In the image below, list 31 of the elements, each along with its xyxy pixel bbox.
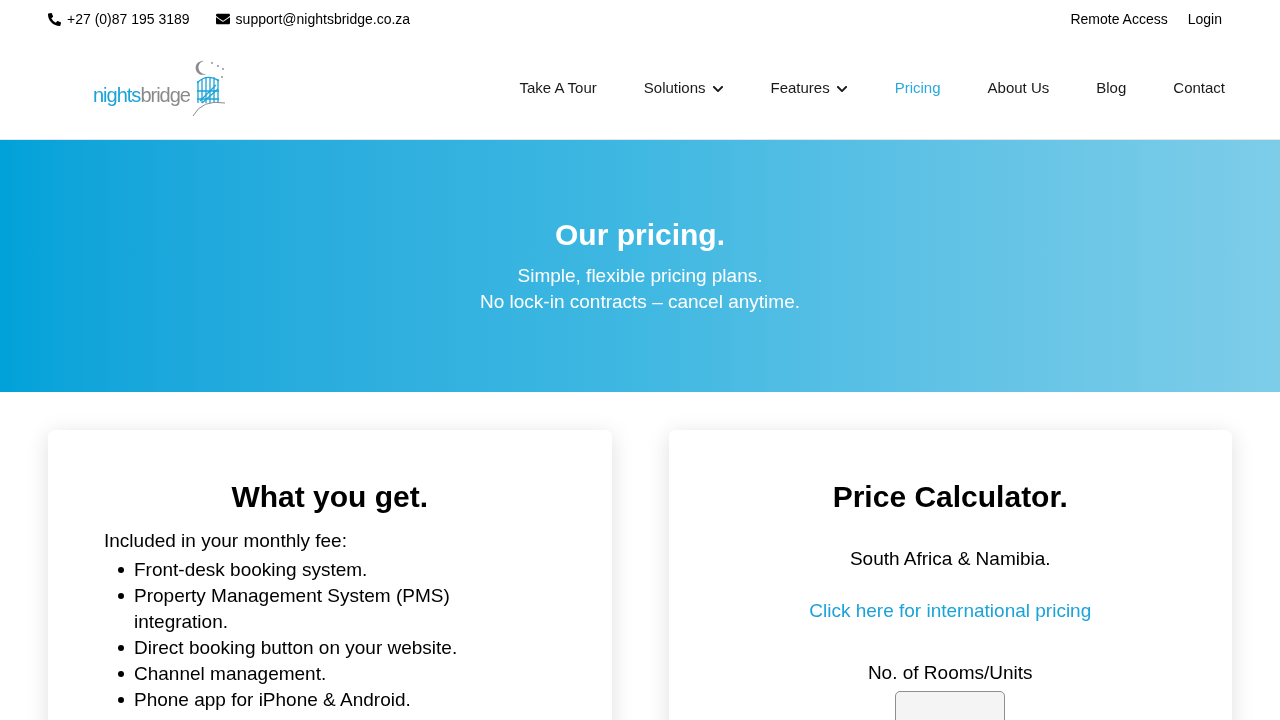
feature-item: Phone app for iPhone & Android. — [134, 688, 411, 712]
email-link[interactable]: support@nightsbridge.co.za — [235, 8, 411, 30]
hero-subtitle: No lock-in contracts – cancel anytime. — [480, 290, 800, 314]
feature-item: Channel management. — [134, 662, 327, 686]
field-label: No. of Rooms/Units — [867, 661, 1033, 685]
envelope-icon — [215, 12, 230, 26]
nav-link[interactable]: Features — [770, 77, 848, 100]
hero-title: Our pricing. — [555, 217, 725, 253]
card-title: What you get. — [230, 479, 430, 515]
feature-item: Front-desk booking system. — [134, 558, 368, 582]
region-text: South Africa & Namibia. — [849, 547, 1051, 571]
card-title: Price Calculator. — [832, 479, 1068, 515]
bullet-icon — [118, 671, 124, 677]
nav-link[interactable]: Blog — [1096, 77, 1127, 100]
phone-link[interactable]: +27 (0)87 195 3189 — [67, 8, 190, 30]
gate-moon-icon — [192, 58, 226, 117]
card-intro: Included in your monthly fee: — [104, 529, 347, 553]
hero-subtitle: Simple, flexible pricing plans. — [517, 264, 763, 288]
bullet-icon — [118, 593, 124, 599]
feature-item: Property Management System (PMS) integration. — [134, 584, 451, 634]
phone-icon — [48, 12, 61, 26]
top-link[interactable]: Login — [1187, 8, 1222, 30]
feature-item: Direct booking button on your website. — [134, 636, 458, 660]
bullet-icon — [118, 567, 124, 573]
top-link[interactable]: Remote Access — [1070, 8, 1168, 30]
bullet-icon — [118, 697, 124, 703]
nav-link[interactable]: Take A Tour — [519, 77, 597, 100]
nav-link[interactable]: Solutions — [643, 77, 724, 100]
nav-link[interactable]: About Us — [987, 77, 1050, 100]
nav-link[interactable]: Contact — [1173, 77, 1225, 100]
bullet-icon — [118, 645, 124, 651]
